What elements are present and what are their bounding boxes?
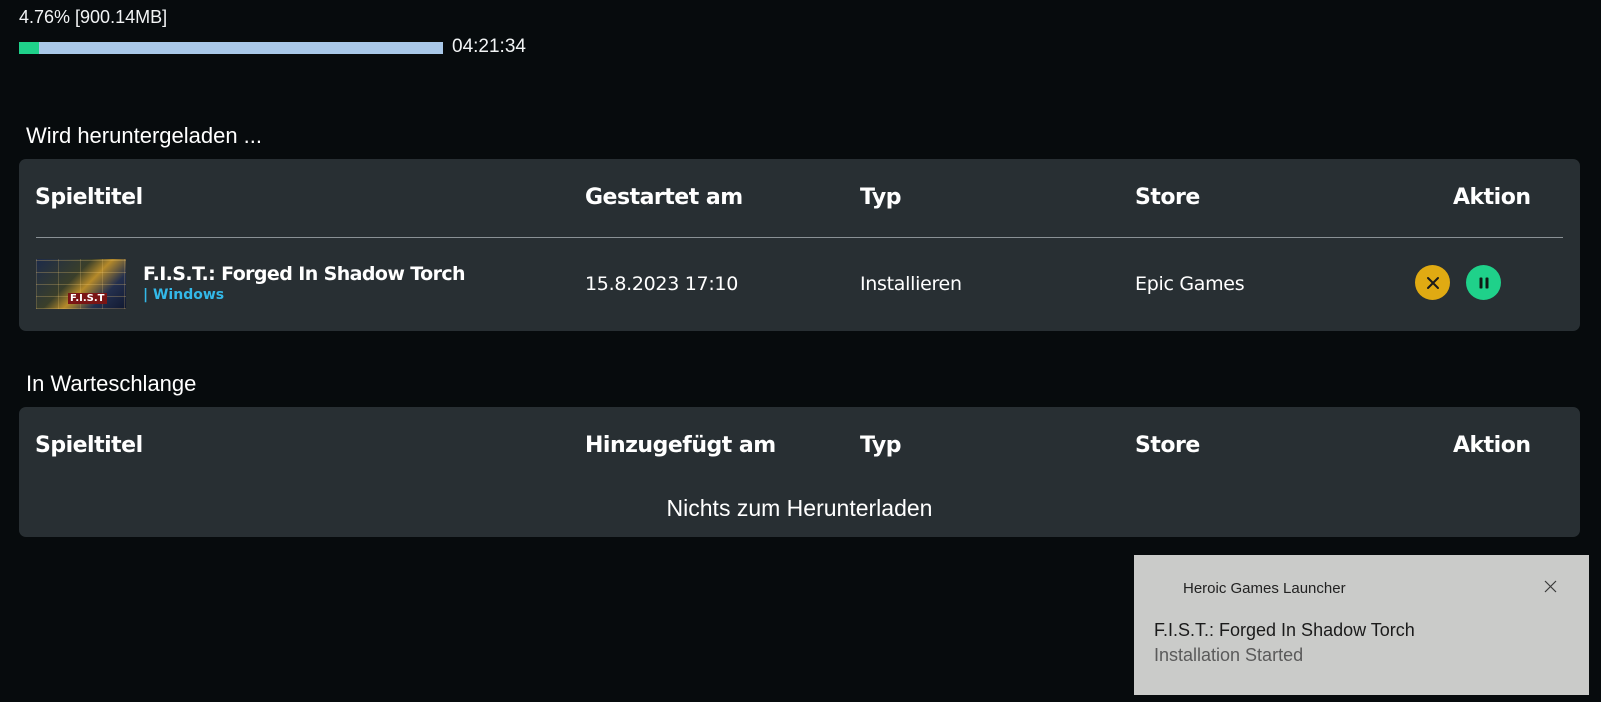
queue-empty-message: Nichts zum Herunterladen xyxy=(666,495,933,521)
col-header-title: Spieltitel xyxy=(35,185,143,210)
col-header-type: Typ xyxy=(860,433,902,458)
col-header-title: Spieltitel xyxy=(35,433,143,458)
toast-body: Installation Started xyxy=(1154,645,1304,665)
header-divider xyxy=(36,237,1563,238)
game-platform: | Windows xyxy=(143,287,225,303)
started-date: 15.8.2023 17:10 xyxy=(585,273,738,295)
col-header-action: Aktion xyxy=(1453,433,1531,458)
col-header-added: Hinzugefügt am xyxy=(585,433,776,458)
downloading-section-title: Wird heruntergeladen ... xyxy=(26,123,263,148)
toast-close-button[interactable] xyxy=(1541,577,1559,595)
store-name: Epic Games xyxy=(1135,273,1245,295)
downloads-page: 4.76% [900.14MB] 04:21:34 Wird herunterg… xyxy=(0,0,1601,702)
col-header-action: Aktion xyxy=(1453,185,1531,210)
cancel-download-button[interactable] xyxy=(1415,265,1450,300)
download-progress-text: 4.76% [900.14MB] xyxy=(19,7,168,27)
close-icon xyxy=(1544,580,1556,592)
queue-section-title: In Warteschlange xyxy=(26,371,197,396)
queue-table: Spieltitel Hinzugefügt am Typ Store Akti… xyxy=(19,407,1580,537)
pause-icon xyxy=(1479,277,1488,288)
col-header-started: Gestartet am xyxy=(585,185,743,210)
col-header-store: Store xyxy=(1135,433,1200,458)
game-thumbnail: F.I.S.T xyxy=(36,259,126,309)
col-header-store: Store xyxy=(1135,185,1200,210)
game-title[interactable]: F.I.S.T.: Forged In Shadow Torch xyxy=(143,263,466,285)
download-type: Installieren xyxy=(860,273,962,295)
download-progress-fill xyxy=(19,42,40,54)
download-progress-bar xyxy=(19,42,443,54)
toast-app-name: Heroic Games Launcher xyxy=(1183,580,1346,597)
close-icon xyxy=(1426,276,1439,289)
col-header-type: Typ xyxy=(860,185,902,210)
downloading-table: Spieltitel Gestartet am Typ Store Aktion… xyxy=(19,159,1580,331)
download-eta: 04:21:34 xyxy=(452,36,526,57)
pause-download-button[interactable] xyxy=(1466,265,1501,300)
toast-title: F.I.S.T.: Forged In Shadow Torch xyxy=(1154,620,1415,640)
toast-notification[interactable]: Heroic Games Launcher F.I.S.T.: Forged I… xyxy=(1134,555,1589,695)
thumbnail-logo: F.I.S.T xyxy=(68,293,107,304)
